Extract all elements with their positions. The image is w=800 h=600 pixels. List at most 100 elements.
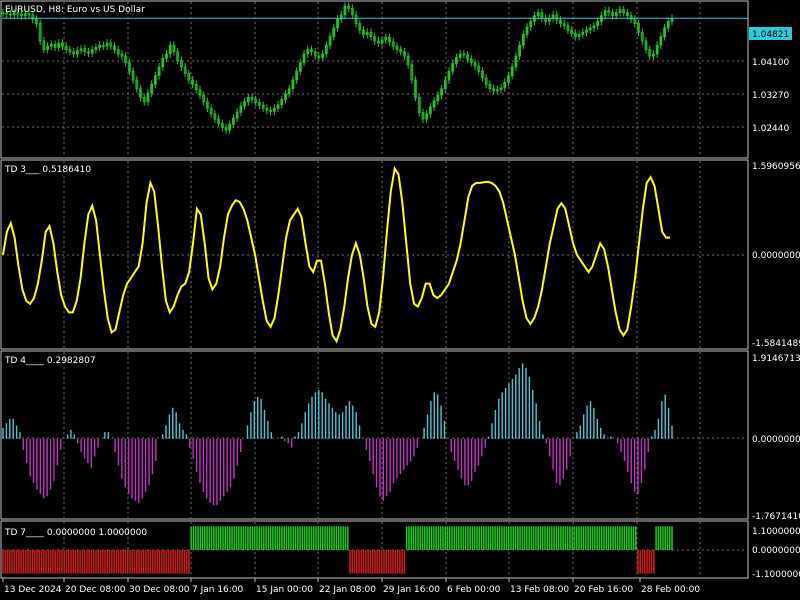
candle-body [150,83,154,94]
td7-axis-label: 0.0000000 [752,546,800,556]
candle-body [246,96,250,103]
candle-body [443,79,447,90]
candle-body [235,111,239,119]
time-axis-label: 29 Jan 16:00 [383,585,440,595]
candle-body [306,49,310,55]
candle-body [384,37,388,41]
candle-body [447,70,451,81]
td4-axis-label: 1.9146713 [752,354,800,364]
candle-body [291,79,295,90]
time-axis-label: 22 Jan 08:00 [319,585,376,595]
candle-body [585,29,588,33]
td3-axis-label: 0.0000000 [752,251,800,261]
current-price-label: 1.04821 [752,30,789,40]
candle-body [46,45,49,50]
candle-body [577,34,581,37]
candle-body [295,70,299,81]
candle-body [596,20,600,27]
td4-axis-label: 0.0000000 [752,435,800,445]
candle-body [328,36,332,46]
td7-axis-label: -1.1000000 [752,570,800,580]
candle-body [510,66,514,77]
td3-axis-label: 1.5960956 [752,162,800,172]
price-axis-label: 1.02440 [752,124,789,134]
candle-body [161,57,165,68]
candle-body [666,20,670,29]
candle-body [332,27,336,37]
candle-body [343,5,347,16]
candle-body [659,36,663,46]
candle-body [455,57,458,64]
candle-body [153,75,157,85]
time-axis-label: 13 Dec 2024 [4,585,62,595]
td4-axis-label: -1.7671410 [752,512,800,522]
candle-body [1,12,5,15]
td3-axis-label: -1.5841489 [752,339,800,349]
candle-body [280,99,284,106]
candle-body [165,53,168,59]
candle-body [79,48,83,51]
candle-body [603,10,607,17]
time-axis-label: 6 Feb 00:00 [447,585,501,595]
candle-body [94,47,98,50]
candle-body [276,104,280,109]
candle-body [232,117,235,125]
candle-body [105,42,109,47]
candle-body [168,44,172,55]
candle-body [440,88,443,96]
candle-body [514,55,518,68]
candle-body [529,20,533,28]
candle-body [284,93,287,100]
candle-body [581,31,585,35]
time-axis-label: 28 Feb 00:00 [641,585,700,595]
td3-label: TD 3___ 0.5186410 [4,165,91,175]
candle-body [98,44,102,48]
candle-body [663,27,666,37]
time-axis-label: 7 Jan 16:00 [192,585,244,595]
time-axis-label: 30 Dec 08:00 [129,585,190,595]
candle-body [425,113,429,120]
time-axis-label: 13 Feb 08:00 [510,585,569,595]
time-axis-label: 20 Dec 08:00 [65,585,126,595]
candle-body [432,100,436,108]
candle-body [272,107,276,112]
candle-body [503,81,507,89]
time-axis-label: 20 Feb 16:00 [574,585,633,595]
candle-body [146,92,150,103]
candle-body [521,34,525,46]
candle-body [536,12,540,17]
candle-body [321,53,325,58]
candle-body [458,53,462,58]
candle-body [49,43,53,47]
td7-axis-label: 1.1000000 [752,527,800,537]
symbol-title: EURUSD, H8: Euro vs US Dollar [5,5,145,15]
candle-body [588,27,592,31]
price-axis-label: 1.03270 [752,91,789,101]
candle-body [518,44,522,57]
candle-body [655,44,659,55]
candle-body [324,44,328,55]
candle-body [75,50,79,55]
trading-chart[interactable]: EURUSD, H8: Euro vs US Dollar TD 3___ 0.… [0,0,800,600]
candle-body [302,53,306,64]
candle-body [365,31,369,35]
candle-body [525,26,529,35]
candle-body [618,9,622,14]
candle-body [336,18,339,29]
candle-body [239,105,243,113]
time-axis-label: 15 Jan 00:00 [256,585,313,595]
candle-body [499,87,503,90]
td7-label: TD 7____ 0.0000000 1.0000000 [4,528,147,538]
candle-body [429,106,432,115]
candle-body [507,75,510,83]
td4-label: TD 4____ 0.2982807 [4,356,96,366]
candle-body [451,63,455,72]
candle-body [287,88,291,95]
candle-body [90,49,94,54]
candle-body [592,25,596,29]
candle-body [157,66,161,77]
candle-body [57,42,61,48]
candle-body [243,101,246,107]
price-axis-label: 1.04100 [752,58,789,68]
candle-body [380,39,384,44]
